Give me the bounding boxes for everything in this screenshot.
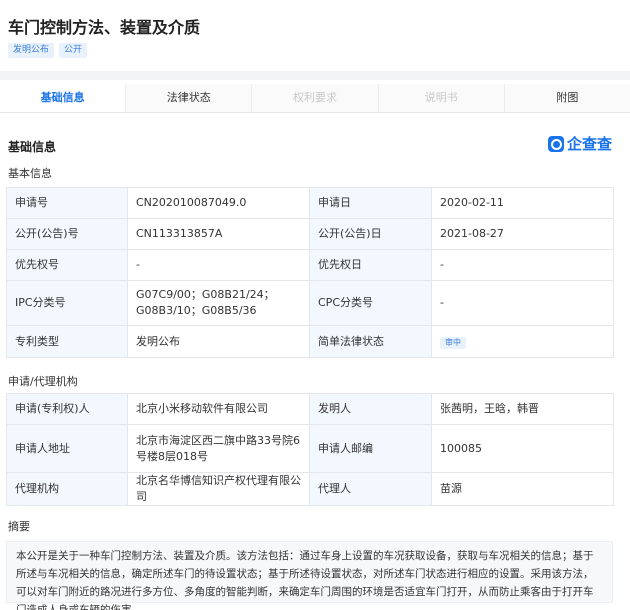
applicant-link[interactable]: 北京小米移动软件有限公司	[127, 393, 310, 425]
tab-legal-status[interactable]: 法律状态	[126, 84, 253, 112]
table-row: 申请(专利权)人 北京小米移动软件有限公司 发明人 张茜明，王晗，韩晋	[6, 393, 614, 425]
app-no-value: CN202010087049.0	[127, 187, 310, 219]
section-divider	[0, 71, 630, 80]
priority-date-label: 优先权日	[309, 249, 432, 281]
agency-table: 申请(专利权)人 北京小米移动软件有限公司 发明人 张茜明，王晗，韩晋 申请人地…	[6, 393, 614, 506]
ipc-value: G07C9/00；G08B21/24；G08B3/10；G08B5/36	[127, 280, 310, 326]
priority-no-value: -	[127, 249, 310, 281]
ipc-label: IPC分类号	[6, 280, 128, 326]
pub-no-label: 公开(公告)号	[6, 218, 128, 250]
table-row: 优先权号 - 优先权日 -	[6, 249, 614, 281]
cpc-label: CPC分类号	[309, 280, 432, 326]
basic-info-table: 申请号 CN202010087049.0 申请日 2020-02-11 公开(公…	[6, 187, 614, 358]
tag-invention-publication: 发明公布	[8, 43, 55, 58]
basic-info-heading: 基本信息	[8, 167, 52, 180]
agency-link[interactable]: 北京名华博信知识产权代理有限公司	[127, 472, 310, 506]
qcc-logo-icon	[548, 135, 564, 152]
table-row: IPC分类号 G07C9/00；G08B21/24；G08B3/10；G08B5…	[6, 280, 614, 326]
tab-description[interactable]: 说明书	[378, 84, 505, 112]
page-title: 车门控制方法、装置及介质	[8, 18, 201, 37]
agency-heading: 申请/代理机构	[8, 375, 78, 388]
postcode-value: 100085	[431, 424, 614, 473]
table-row: 申请人地址 北京市海淀区西二旗中路33号院6号楼8层018号 申请人邮编 100…	[6, 424, 614, 473]
inventor-value: 张茜明，王晗，韩晋	[431, 393, 614, 425]
table-row: 代理机构 北京名华博信知识产权代理有限公司 代理人 苗源	[6, 472, 614, 506]
inventor-label: 发明人	[309, 393, 432, 425]
section-title: 基础信息	[8, 140, 57, 154]
table-row: 专利类型 发明公布 简单法律状态 审中	[6, 325, 614, 358]
agent-value: 苗源	[431, 472, 614, 506]
status-badge: 审中	[440, 336, 466, 350]
cpc-value: -	[431, 280, 614, 326]
pub-no-value: CN113313857A	[127, 218, 310, 250]
pub-date-value: 2021-08-27	[431, 218, 614, 250]
app-no-label: 申请号	[6, 187, 128, 219]
abstract-text: 本公开是关于一种车门控制方法、装置及介质。该方法包括：通过车身上设置的车况获取设…	[6, 541, 613, 610]
table-row: 公开(公告)号 CN113313857A 公开(公告)日 2021-08-27	[6, 218, 614, 250]
pub-date-label: 公开(公告)日	[309, 218, 432, 250]
brand-logo: 企查查	[548, 133, 612, 154]
table-row: 申请号 CN202010087049.0 申请日 2020-02-11	[6, 187, 614, 219]
patent-type-label: 专利类型	[6, 325, 128, 358]
tag-public: 公开	[59, 43, 88, 58]
abstract-heading: 摘要	[8, 520, 30, 533]
agency-label: 代理机构	[6, 472, 128, 506]
legal-status-cell: 审中	[431, 325, 614, 358]
tab-claims[interactable]: 权利要求	[252, 84, 379, 112]
tab-drawings[interactable]: 附图	[504, 84, 630, 112]
app-date-value: 2020-02-11	[431, 187, 614, 219]
brand-name: 企查查	[567, 135, 613, 153]
priority-date-value: -	[431, 249, 614, 281]
app-date-label: 申请日	[309, 187, 432, 219]
priority-no-label: 优先权号	[6, 249, 128, 281]
legal-status-label: 简单法律状态	[309, 325, 432, 358]
agent-label: 代理人	[309, 472, 432, 506]
patent-type-value: 发明公布	[127, 325, 310, 358]
address-value: 北京市海淀区西二旗中路33号院6号楼8层018号	[127, 424, 310, 473]
applicant-label: 申请(专利权)人	[6, 393, 128, 425]
tag-group: 发明公布 公开	[8, 43, 88, 58]
postcode-label: 申请人邮编	[309, 424, 432, 473]
tab-bar: 基础信息 法律状态 权利要求 说明书 附图	[0, 84, 630, 113]
tab-basic-info[interactable]: 基础信息	[0, 84, 127, 112]
address-label: 申请人地址	[6, 424, 128, 473]
